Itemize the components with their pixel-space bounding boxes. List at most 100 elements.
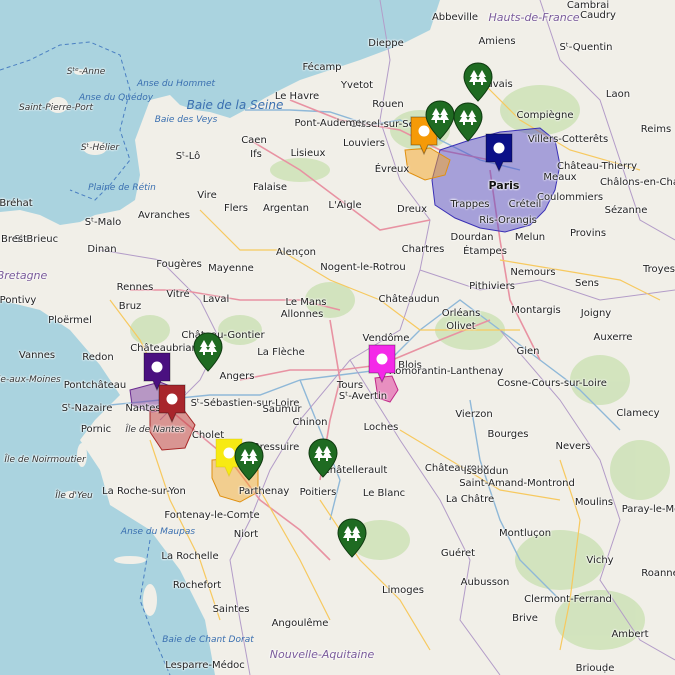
- town-label-clermont-ferrand: Clermont-Ferrand: [524, 594, 612, 605]
- town-label-brest: Brest: [0, 234, 28, 245]
- town-label-saint-amand-montrond: Saint-Amand-Montrond: [459, 478, 575, 489]
- town-label-angers: Angers: [219, 371, 255, 382]
- island-label-ile-de-noirmoutier: Île de Noirmoutier: [4, 455, 86, 465]
- town-label-vannes: Vannes: [18, 350, 56, 361]
- town-label-vire: Vire: [197, 190, 217, 201]
- town-label-nevers: Nevers: [555, 441, 591, 452]
- town-label-angoul-me: Angoulême: [271, 618, 329, 629]
- town-label-coulommiers: Coulommiers: [536, 192, 604, 203]
- trees-icon: [234, 441, 264, 481]
- marker-forest-2[interactable]: [425, 100, 455, 140]
- town-label-rennes: Rennes: [116, 282, 154, 293]
- town-label-lesparre-m-doc: Lesparre-Médoc: [165, 660, 245, 671]
- town-label-sens: Sens: [574, 278, 600, 289]
- marker-forest-4[interactable]: [193, 332, 223, 372]
- town-label-fontenay-le-comte: Fontenay-le-Comte: [164, 510, 260, 521]
- town-label-limoges: Limoges: [382, 585, 424, 596]
- town-label-chartres: Chartres: [401, 244, 445, 255]
- town-label-ifs: Ifs: [250, 149, 262, 160]
- town-label-la-roche-sur-yon: La Roche-sur-Yon: [102, 486, 186, 497]
- marker-forest-5[interactable]: [234, 441, 264, 481]
- town-label-s-avertin: Sᵗ-Avertin: [338, 391, 388, 402]
- town-label-moulins: Moulins: [574, 497, 614, 508]
- town-label-dinan: Dinan: [87, 244, 117, 255]
- sea-label-baie-des-veys: Baie des Veys: [154, 115, 218, 125]
- marker-forest-3[interactable]: [453, 102, 483, 142]
- region-label-hauts-de-france: Hauts-de-France: [488, 11, 580, 24]
- town-label-niort: Niort: [233, 529, 259, 540]
- town-label-ris-orangis: Ris-Orangis: [479, 215, 537, 226]
- town-label-gien: Gien: [516, 346, 540, 357]
- sea-label-anse-du-maupas: Anse du Maupas: [120, 527, 196, 537]
- town-label-dieppe: Dieppe: [368, 38, 404, 49]
- marker-forest-1[interactable]: [463, 62, 493, 102]
- town-label-s-zanne: Sézanne: [604, 205, 648, 216]
- town-label-mayenne: Mayenne: [208, 263, 254, 274]
- marker-forest-7[interactable]: [337, 518, 367, 558]
- town-label-cr-teil: Créteil: [508, 199, 542, 210]
- town-label-vend-me: Vendôme: [362, 333, 410, 344]
- island-label-ile-d-yeu: Île d'Yeu: [55, 491, 93, 501]
- town-label-pornic: Pornic: [80, 424, 112, 435]
- marker-magenta[interactable]: [367, 344, 397, 384]
- town-label-bruz: Bruz: [118, 301, 142, 312]
- town-label-s-quentin: Sᵗ-Quentin: [559, 42, 613, 53]
- marker-blue[interactable]: [484, 133, 514, 173]
- town-label-saumur: Saumur: [262, 404, 302, 415]
- town-label-le-havre: Le Havre: [274, 91, 320, 102]
- town-label-troyes: Troyes: [643, 264, 675, 275]
- town-label-falaise: Falaise: [252, 182, 288, 193]
- town-label-cosne-cours-sur-loire: Cosne-Cours-sur-Loire: [497, 378, 607, 389]
- region-label-nouvelle-aquitaine: Nouvelle-Aquitaine: [269, 648, 375, 661]
- town-label-pont-audemer: Pont-Audemer: [294, 118, 366, 129]
- town-label-la-rochelle: La Rochelle: [161, 551, 219, 562]
- town-label-nantes: Nantes: [125, 403, 161, 414]
- island-label-ste-anne: Sᵗᵉ-Anne: [66, 67, 106, 77]
- town-label-caen: Caen: [241, 135, 267, 146]
- sea-label-baie-de-chant-dorat: Baie de Chant Dorat: [162, 635, 254, 645]
- marker-forest-6[interactable]: [308, 438, 338, 478]
- town-label-avranches: Avranches: [138, 210, 190, 221]
- town-label-issoudun: Issoudun: [463, 466, 509, 477]
- town-label-abbeville: Abbeville: [431, 12, 479, 23]
- town-label-allonnes: Allonnes: [280, 309, 324, 320]
- dot-icon: [485, 133, 513, 173]
- town-label-parthenay: Parthenay: [238, 486, 290, 497]
- town-label-laon: Laon: [605, 89, 631, 100]
- map-canvas[interactable]: Hauts-de-France Bretagne Nouvelle-Aquita…: [0, 0, 675, 675]
- town-label-br-hat: Bréhat: [0, 198, 33, 209]
- town-label-f-camp: Fécamp: [302, 62, 342, 73]
- town-label-caudry: Caudry: [580, 10, 616, 21]
- dot-icon: [368, 344, 396, 384]
- town-label-plo-rmel: Ploërmel: [48, 315, 92, 326]
- sea-label-plaine-de-retin: Plaine de Rétin: [88, 183, 156, 193]
- town-label-dreux: Dreux: [397, 204, 427, 215]
- town-label-aubusson: Aubusson: [460, 577, 510, 588]
- town-label-trappes: Trappes: [450, 199, 490, 210]
- island-re: [114, 556, 146, 564]
- town-label-romorantin-lanthenay: Romorantin-Lanthenay: [388, 366, 504, 377]
- marker-red[interactable]: [157, 384, 187, 424]
- town-label-argentan: Argentan: [262, 203, 310, 214]
- town-label-reims: Reims: [640, 124, 672, 135]
- town-label-ambert: Ambert: [611, 629, 649, 640]
- town-label-rochefort: Rochefort: [172, 580, 222, 591]
- town-label--tampes: Étampes: [463, 246, 507, 257]
- island-label-st-helier: Sᵗ-Hélier: [80, 143, 120, 153]
- town-label-saintes: Saintes: [212, 604, 250, 615]
- town-label-paray-le-monial: Paray-le-Monial: [621, 504, 675, 515]
- town-label-bourges: Bourges: [487, 429, 529, 440]
- town-label-amiens: Amiens: [478, 36, 516, 47]
- town-label-nemours: Nemours: [510, 267, 556, 278]
- town-label-laval: Laval: [202, 294, 230, 305]
- town-label-compi-gne: Compiègne: [516, 110, 574, 121]
- town-label-poitiers: Poitiers: [299, 487, 337, 498]
- town-label-clamecy: Clamecy: [616, 408, 660, 419]
- trees-icon: [308, 438, 338, 478]
- town-label-meaux: Meaux: [543, 172, 577, 183]
- town-label-foug-res: Fougères: [156, 259, 202, 270]
- dot-icon: [158, 384, 186, 424]
- island-label-saint-pierre-port: Saint-Pierre-Port: [18, 103, 94, 113]
- town-label-joigny: Joigny: [580, 308, 612, 319]
- town-label-pontch-teau: Pontchâteau: [63, 380, 127, 391]
